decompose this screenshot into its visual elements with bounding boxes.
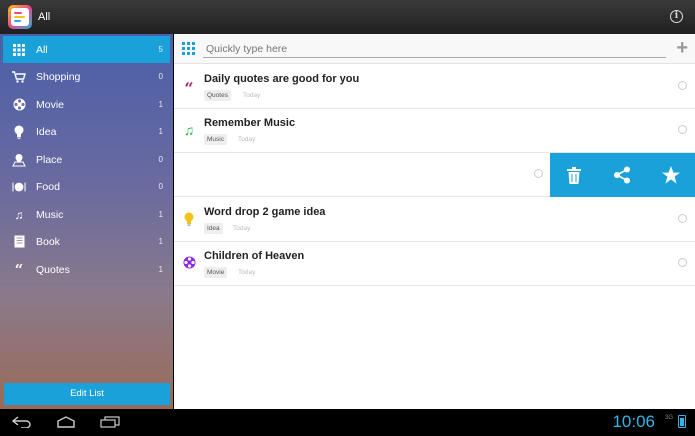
note-tag: Idea xyxy=(204,223,223,234)
sidebar-item-count: 0 xyxy=(158,182,163,191)
note-time: Today xyxy=(243,92,261,99)
page-title: All xyxy=(38,11,51,23)
home-icon[interactable] xyxy=(56,415,76,429)
note-actions-panel xyxy=(550,153,695,197)
sidebar-item-label: Shopping xyxy=(36,70,81,83)
action-bar: All i xyxy=(0,0,695,34)
sidebar-item-place[interactable]: Place 0 xyxy=(3,146,170,173)
note-row[interactable]: “ Daily quotes are good for you Quotes T… xyxy=(174,65,695,109)
plate-icon xyxy=(12,180,26,194)
sidebar-item-food[interactable]: Food 0 xyxy=(3,173,170,200)
sidebar-item-music[interactable]: ♫ Music 1 xyxy=(3,201,170,228)
note-title: Children of Heaven xyxy=(204,250,305,262)
app-logo-icon[interactable] xyxy=(8,5,32,29)
note-time: Today xyxy=(238,136,256,143)
sidebar-item-label: Movie xyxy=(36,98,65,111)
note-time: Today xyxy=(233,225,251,232)
sidebar-item-count: 1 xyxy=(158,127,163,136)
note-select-radio[interactable] xyxy=(534,169,543,178)
note-title: Remember Music xyxy=(204,117,296,129)
sidebar-item-label: Music xyxy=(36,208,64,221)
note-select-radio[interactable] xyxy=(678,81,687,90)
music-note-icon: ♫ xyxy=(183,122,195,138)
trash-icon[interactable] xyxy=(559,160,589,190)
sidebar-item-count: 0 xyxy=(158,72,163,81)
back-icon[interactable] xyxy=(12,415,32,429)
note-select-radio[interactable] xyxy=(678,214,687,223)
system-nav-bar: 10:06 3G xyxy=(0,409,695,436)
info-icon[interactable]: i xyxy=(670,10,683,23)
star-icon[interactable] xyxy=(656,160,686,190)
sidebar-item-count: 1 xyxy=(158,265,163,274)
quick-add-bar: + xyxy=(174,34,695,64)
cart-icon xyxy=(12,70,26,84)
lightbulb-icon xyxy=(182,212,196,226)
sidebar-item-movie[interactable]: Movie 1 xyxy=(3,91,170,118)
sidebar-item-count: 1 xyxy=(158,100,163,109)
sidebar-item-label: Place xyxy=(36,153,63,166)
sidebar-item-idea[interactable]: Idea 1 xyxy=(3,118,170,145)
quote-icon: “ xyxy=(184,79,194,98)
edit-list-button[interactable]: Edit List xyxy=(4,383,170,405)
grid-icon xyxy=(12,43,26,57)
sidebar: All 5 Shopping 0 Movie 1 Idea 1 Place 0 xyxy=(0,34,173,409)
sidebar-item-label: All xyxy=(36,43,48,56)
recent-apps-icon[interactable] xyxy=(100,415,120,429)
note-time: Today xyxy=(238,269,256,276)
sidebar-item-all[interactable]: All 5 xyxy=(3,36,170,63)
sidebar-item-quotes[interactable]: “ Quotes 1 xyxy=(3,256,170,283)
note-select-radio[interactable] xyxy=(678,125,687,134)
sidebar-item-book[interactable]: Book 1 xyxy=(3,228,170,255)
music-note-icon: ♫ xyxy=(14,207,24,222)
add-icon[interactable]: + xyxy=(676,38,688,58)
share-icon[interactable] xyxy=(607,160,637,190)
film-reel-icon xyxy=(182,256,196,270)
grid-icon[interactable] xyxy=(182,42,195,55)
lightbulb-icon xyxy=(12,125,26,139)
sidebar-item-label: Idea xyxy=(36,125,57,138)
battery-icon xyxy=(678,415,686,428)
note-tag: Quotes xyxy=(204,90,231,101)
note-tag: Movie xyxy=(204,267,228,278)
note-row[interactable]: Word drop 2 game idea Idea Today xyxy=(174,198,695,242)
network-indicator: 3G xyxy=(664,415,673,421)
sidebar-item-shopping[interactable]: Shopping 0 xyxy=(3,63,170,90)
sidebar-item-label: Book xyxy=(36,235,60,248)
quick-type-input[interactable] xyxy=(203,41,666,58)
clock: 10:06 xyxy=(612,412,655,431)
sidebar-item-count: 1 xyxy=(158,210,163,219)
book-icon xyxy=(12,235,26,249)
film-reel-icon xyxy=(12,98,26,112)
note-row[interactable]: Children of Heaven Movie Today xyxy=(174,242,695,286)
swiped-note-row[interactable] xyxy=(174,153,695,197)
note-title: Word drop 2 game idea xyxy=(204,206,326,218)
sidebar-item-count: 5 xyxy=(158,45,163,54)
note-title: Daily quotes are good for you xyxy=(204,73,360,85)
note-select-radio[interactable] xyxy=(678,258,687,267)
map-pin-icon xyxy=(12,153,26,167)
notes-panel: + “ Daily quotes are good for you Quotes… xyxy=(174,34,695,409)
sidebar-item-label: Food xyxy=(36,180,60,193)
sidebar-item-count: 0 xyxy=(158,155,163,164)
sidebar-item-label: Quotes xyxy=(36,263,70,276)
sidebar-item-count: 1 xyxy=(158,237,163,246)
quote-icon: “ xyxy=(14,260,24,279)
note-row[interactable]: ♫ Remember Music Music Today xyxy=(174,109,695,153)
note-tag: Music xyxy=(204,134,227,145)
